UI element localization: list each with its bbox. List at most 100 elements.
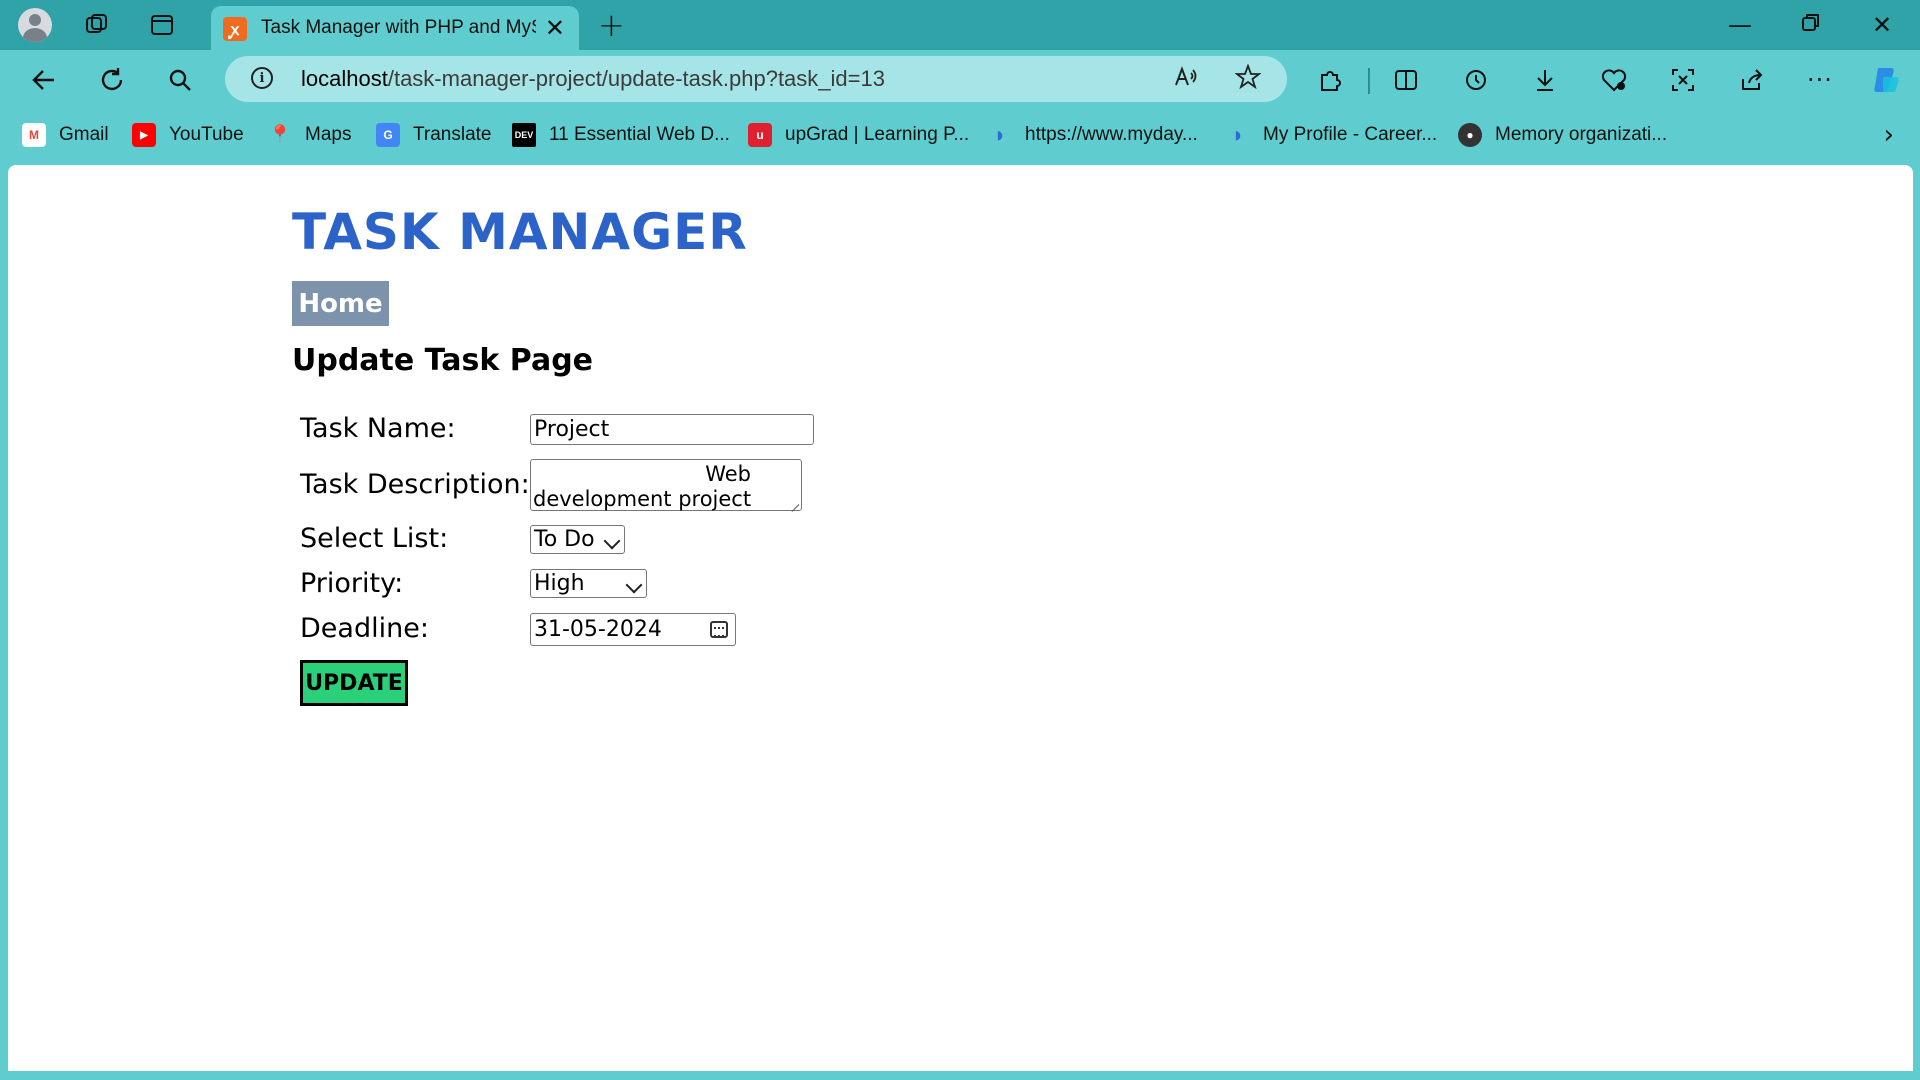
bookmark-memory[interactable]: ● Memory organizati...: [1458, 120, 1667, 150]
task-description-textarea[interactable]: Web development project: [530, 459, 802, 511]
screenshot-icon: [1672, 69, 1694, 91]
deadline-date-input[interactable]: 31-05-2024: [530, 613, 736, 646]
task-name-input[interactable]: Project: [530, 414, 814, 445]
navigation-bar: i localhost/task-manager-project/update-…: [0, 50, 1920, 108]
xampp-favicon-icon: ꭙ: [223, 17, 247, 41]
bookmark-label: YouTube: [169, 124, 244, 145]
address-bar[interactable]: i localhost/task-manager-project/update-…: [225, 56, 1287, 102]
share-icon: [1742, 69, 1763, 90]
puzzle-icon: [1321, 71, 1341, 91]
url-text[interactable]: localhost/task-manager-project/update-ta…: [301, 66, 885, 92]
bookmark-label: https://www.myday...: [1025, 124, 1198, 145]
chevron-down-icon: [625, 576, 643, 594]
priority-select[interactable]: High: [530, 569, 647, 598]
url-path: /task-manager-project/update-task.php?ta…: [387, 66, 885, 91]
memory-icon: ●: [1458, 123, 1482, 147]
minimize-button[interactable]: —: [1728, 8, 1752, 42]
refresh-button[interactable]: [92, 60, 132, 100]
site-info-icon[interactable]: i: [251, 67, 273, 89]
bookmarks-bar: M Gmail ▶ YouTube 📍 Maps G Translate DEV 11 E…: [0, 108, 1920, 164]
myday-icon: ◗: [993, 122, 1007, 147]
task-description-label: Task Description:: [300, 469, 530, 500]
bookmark-maps[interactable]: 📍 Maps: [267, 120, 352, 150]
upgrad-icon: u: [748, 123, 772, 147]
description-line: development project: [533, 487, 752, 511]
page-viewport: TASK MANAGER Home Update Task Page Task …: [8, 165, 1913, 1071]
copilot-button[interactable]: [1866, 60, 1906, 100]
share-button[interactable]: [1732, 60, 1772, 100]
tab-actions-button[interactable]: [143, 6, 181, 44]
browser-essentials-button[interactable]: [1594, 60, 1634, 100]
bookmark-translate[interactable]: G Translate: [376, 120, 492, 150]
workspaces-icon: [86, 14, 107, 33]
bookmark-gmail[interactable]: M Gmail: [22, 120, 109, 150]
bookmark-label: Translate: [413, 124, 492, 145]
translate-icon: G: [376, 123, 400, 147]
avatar-icon: [18, 8, 52, 42]
restore-button[interactable]: [1800, 8, 1822, 42]
back-arrow-icon: [32, 70, 54, 90]
bookmark-career[interactable]: ◗ My Profile - Career...: [1226, 120, 1437, 150]
bookmark-label: Memory organizati...: [1495, 124, 1668, 145]
deadline-label: Deadline:: [300, 613, 429, 644]
history-button[interactable]: [1456, 60, 1496, 100]
deadline-value: 31-05-2024: [534, 617, 662, 642]
downloads-button[interactable]: [1525, 60, 1565, 100]
download-icon: [1537, 70, 1553, 91]
home-link[interactable]: Home: [292, 281, 389, 326]
profile-avatar[interactable]: [16, 6, 54, 44]
bookmark-youtube[interactable]: ▶ YouTube: [132, 120, 244, 150]
vertical-tabs-icon: [151, 15, 173, 35]
active-tab[interactable]: ꭙ Task Manager with PHP and MyS ✕: [211, 6, 579, 50]
page-subtitle: Update Task Page: [292, 343, 594, 378]
calendar-icon[interactable]: [710, 621, 728, 638]
bookmark-myday[interactable]: ◗ https://www.myday...: [988, 120, 1198, 150]
career-icon: ◗: [1231, 122, 1245, 147]
search-icon: [169, 69, 191, 91]
tab-close-icon[interactable]: ✕: [545, 14, 565, 42]
bookmark-label: upGrad | Learning P...: [785, 124, 970, 145]
list-select[interactable]: To Do: [530, 525, 625, 554]
bookmark-label: Maps: [305, 124, 352, 145]
select-list-label: Select List:: [300, 523, 449, 554]
extensions-button[interactable]: [1310, 60, 1350, 100]
bookmark-label: Gmail: [59, 124, 109, 145]
bookmark-upgrad[interactable]: u upGrad | Learning P...: [748, 120, 969, 150]
tab-title: Task Manager with PHP and MyS: [261, 17, 536, 38]
workspaces-button[interactable]: [78, 6, 116, 44]
ellipsis-icon: ···: [1807, 66, 1833, 94]
update-button[interactable]: UPDATE: [300, 660, 408, 706]
bookmark-label: 11 Essential Web D...: [549, 124, 730, 145]
screenshot-button[interactable]: [1663, 60, 1703, 100]
refresh-icon: [101, 68, 123, 91]
priority-select-value: High: [534, 571, 585, 596]
heart-pulse-icon: [1601, 69, 1627, 92]
bookmark-dev[interactable]: DEV 11 Essential Web D...: [512, 120, 730, 150]
split-screen-button[interactable]: [1386, 60, 1426, 100]
maps-icon: 📍: [267, 124, 293, 147]
favorite-star-icon[interactable]: [1234, 63, 1262, 96]
read-aloud-icon[interactable]: [1173, 64, 1199, 96]
bookmark-label: My Profile - Career...: [1263, 124, 1438, 145]
youtube-icon: ▶: [132, 123, 156, 147]
close-window-button[interactable]: ✕: [1872, 8, 1892, 42]
search-button[interactable]: [160, 60, 200, 100]
list-select-value: To Do: [534, 527, 595, 552]
priority-label: Priority:: [300, 568, 404, 599]
restore-icon: [1802, 14, 1819, 31]
copilot-icon: [1874, 68, 1899, 92]
new-tab-button[interactable]: +: [598, 8, 625, 42]
back-button[interactable]: [24, 60, 64, 100]
title-bar: ꭙ Task Manager with PHP and MyS ✕ + — ✕: [0, 0, 1920, 50]
history-icon: [1466, 70, 1486, 90]
page-title: TASK MANAGER: [292, 203, 748, 261]
url-host: localhost: [301, 66, 388, 91]
description-line: Web: [705, 462, 751, 486]
dev-icon: DEV: [512, 123, 536, 147]
split-screen-icon: [1395, 70, 1417, 90]
resize-handle-icon[interactable]: [789, 498, 799, 508]
bookmarks-overflow-chevron-icon[interactable]: ›: [1884, 120, 1894, 150]
chevron-down-icon: [603, 532, 621, 550]
more-menu-button[interactable]: ···: [1800, 60, 1840, 100]
toolbar-divider: [1368, 68, 1370, 94]
